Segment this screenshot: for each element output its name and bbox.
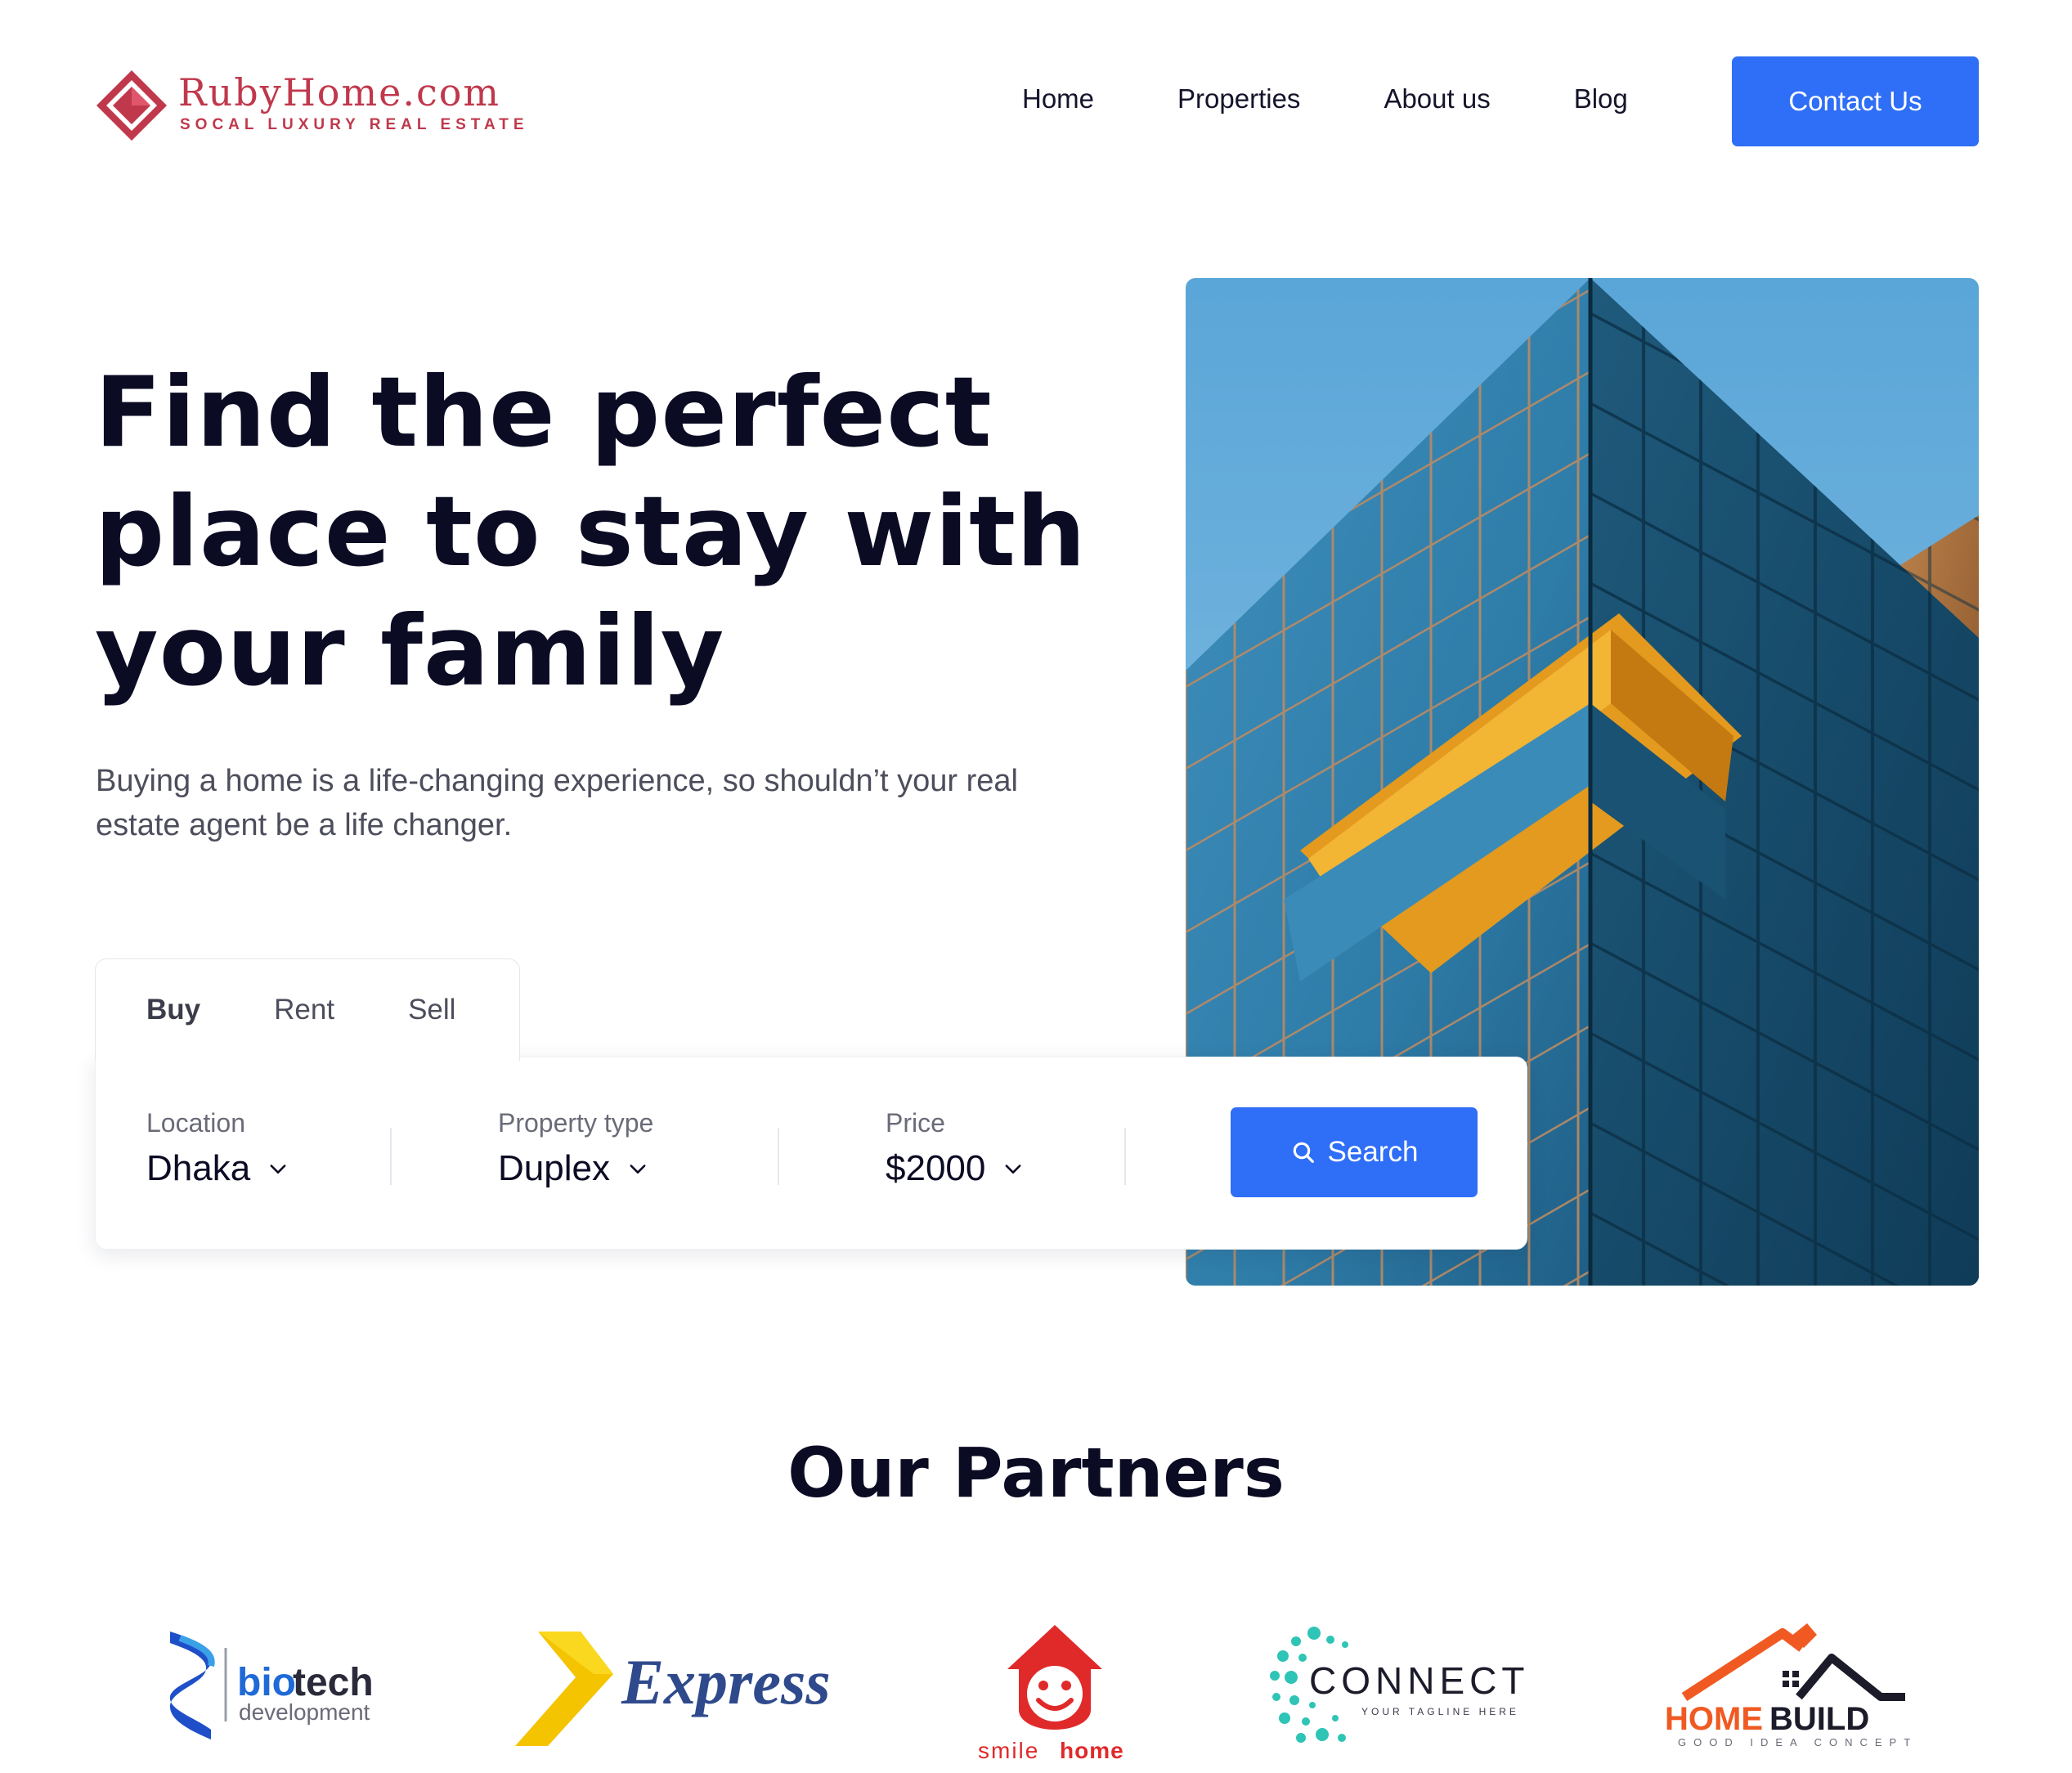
property-type-label: Property type [498,1108,654,1138]
field-divider [390,1128,392,1185]
homebuild-text-build: BUILD [1769,1701,1869,1737]
partner-logo-connect[interactable]: CONNECT YOUR TAGLINE HERE [1263,1615,1533,1762]
price-label: Price [886,1108,945,1138]
biotech-text-tech: tech [293,1661,374,1704]
partners-title: Our Partners [787,1433,1285,1513]
main-nav: Home Properties About us Blog [1022,83,1628,114]
tab-rent[interactable]: Rent [274,994,334,1026]
connect-text: CONNECT [1309,1659,1529,1702]
homebuild-text-home: HOME [1665,1701,1763,1737]
field-divider [778,1128,779,1185]
search-icon [1293,1142,1314,1163]
nav-home[interactable]: Home [1022,83,1094,114]
nav-blog[interactable]: Blog [1574,83,1628,114]
smilehome-text-smile: smile [978,1738,1039,1762]
chevron-down-icon [1005,1165,1021,1174]
homebuild-tagline: GOOD IDEA CONCEPT [1678,1736,1913,1748]
property-type-select[interactable]: Property type Duplex [498,1108,653,1189]
partner-logo-smilehome[interactable]: smile home [973,1615,1137,1763]
biotech-text-bio: bio [237,1661,296,1704]
chevron-down-icon [270,1165,286,1174]
chevron-down-icon [630,1165,646,1174]
location-value-row: Dhaka [146,1148,289,1189]
site-header: RubyHome.com SOCAL LUXURY REAL ESTATE Ho… [0,0,2072,204]
search-button-label: Search [1327,1136,1419,1168]
smilehome-text-home: home [1060,1738,1124,1762]
price-select[interactable]: Price $2000 [886,1108,1025,1189]
property-type-value-row: Duplex [498,1148,653,1189]
location-label: Location [146,1108,245,1138]
contact-us-button[interactable]: Contact Us [1732,56,1979,146]
field-divider [1124,1128,1126,1185]
search-button[interactable]: Search [1231,1107,1478,1197]
partner-logo-biotech[interactable]: bio tech development [164,1615,384,1762]
diamond-logo-icon [96,70,167,141]
hero-title: Find the perfect place to stay with your… [95,357,1087,708]
biotech-text-development: development [239,1699,370,1725]
brand-tagline: SOCAL LUXURY REAL ESTATE [180,116,529,133]
brand-name: RubyHome.com [178,70,501,114]
express-text: Express [621,1646,831,1717]
connect-tagline: YOUR TAGLINE HERE [1361,1706,1519,1717]
search-tabs: Buy Rent Sell [95,958,520,1061]
property-type-value: Duplex [498,1148,610,1188]
partner-logo-express[interactable]: Express [515,1615,842,1762]
location-value: Dhaka [146,1148,251,1188]
search-panel: Location Dhaka Property type Duplex Pric… [95,1057,1527,1250]
tab-sell[interactable]: Sell [408,994,455,1026]
price-value-row: $2000 [886,1148,1025,1189]
nav-about-us[interactable]: About us [1384,83,1490,114]
nav-properties[interactable]: Properties [1177,83,1300,114]
partner-logo-homebuild[interactable]: HOME BUILD GOOD IDEA CONCEPT [1660,1615,1913,1762]
brand-logo[interactable]: RubyHome.com SOCAL LUXURY REAL ESTATE [95,65,524,141]
location-select[interactable]: Location Dhaka [146,1108,289,1189]
price-value: $2000 [886,1148,986,1188]
hero-subtitle: Buying a home is a life-changing experie… [96,764,1018,842]
tab-buy[interactable]: Buy [146,994,200,1026]
